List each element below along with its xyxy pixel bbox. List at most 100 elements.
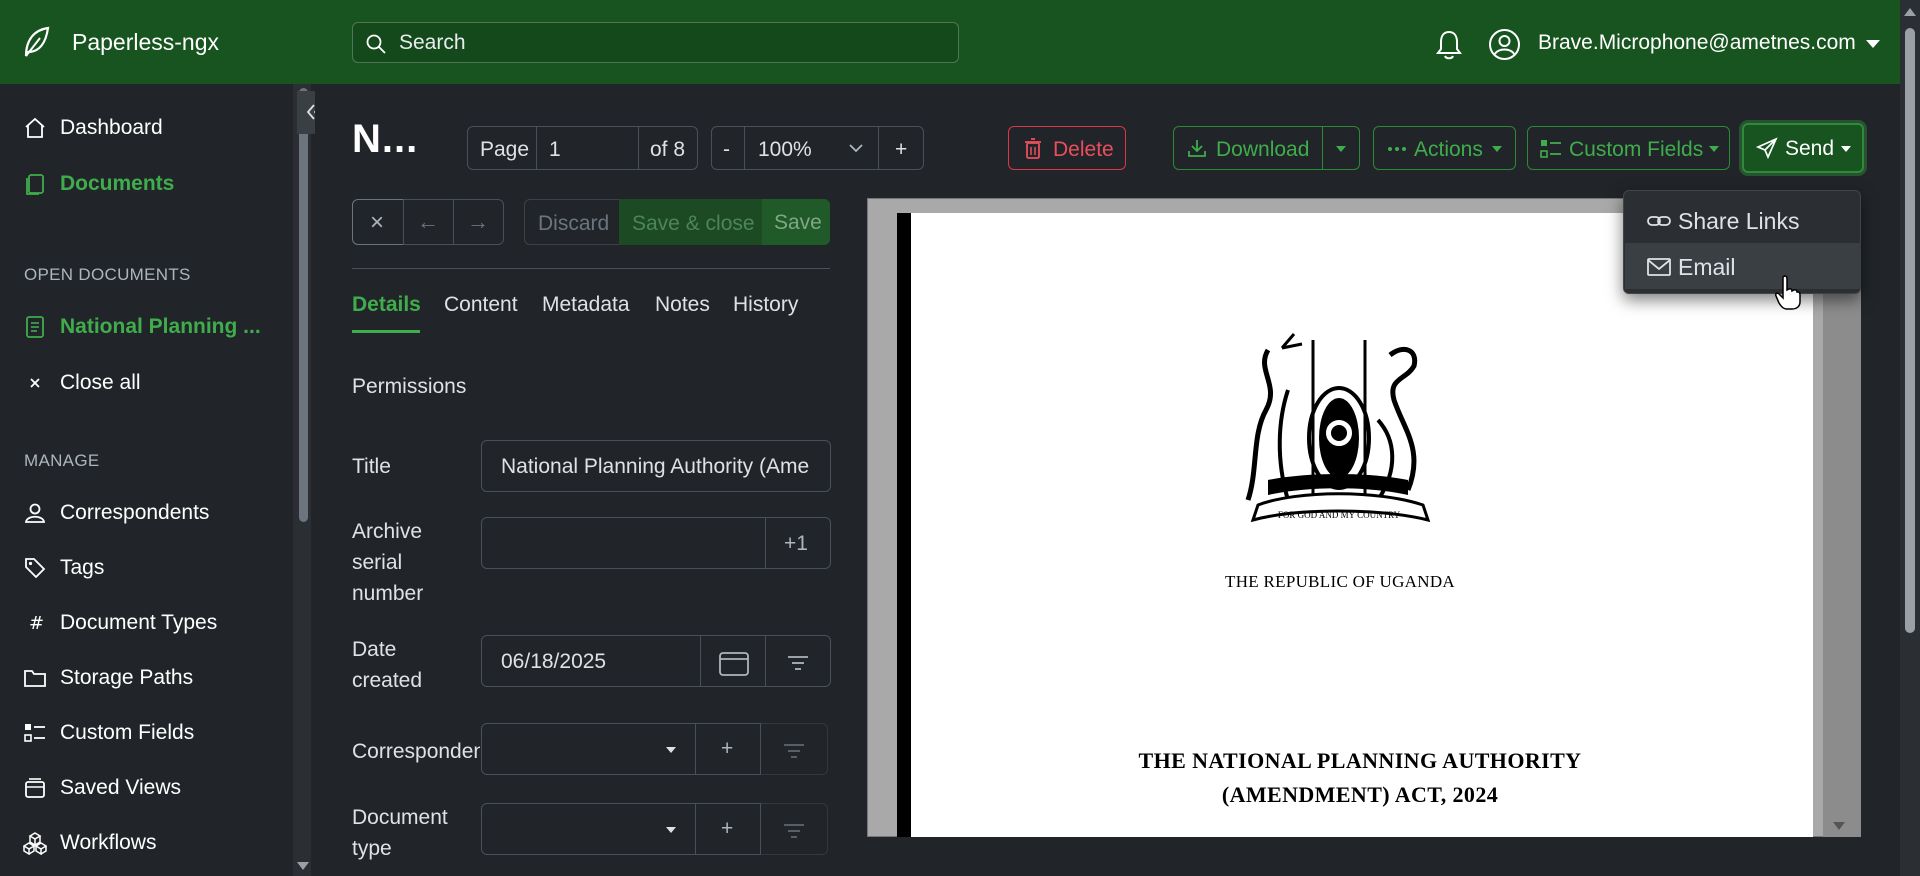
notification-bell-icon[interactable] bbox=[1434, 29, 1464, 61]
calendar-button[interactable] bbox=[700, 635, 766, 687]
zoom-select[interactable]: 100% bbox=[744, 126, 879, 170]
sidebar-item-custom-fields[interactable]: Custom Fields bbox=[0, 712, 290, 752]
document-type-select[interactable] bbox=[481, 803, 696, 855]
delete-button[interactable]: Delete bbox=[1008, 126, 1126, 170]
tab-details[interactable]: Details bbox=[352, 293, 421, 317]
hand-pointer-cursor-icon bbox=[1775, 275, 1801, 310]
document-type-filter-button[interactable] bbox=[760, 803, 828, 855]
trash-icon bbox=[1025, 138, 1041, 159]
page-label: Page bbox=[467, 126, 537, 170]
sidebar-item-storage-paths[interactable]: Storage Paths bbox=[0, 657, 290, 697]
next-document-button[interactable]: → bbox=[453, 199, 504, 245]
page-number-value: 1 bbox=[549, 138, 561, 161]
discard-label: Discard bbox=[538, 212, 610, 235]
zoom-out-button[interactable]: - bbox=[711, 126, 745, 170]
archive-serial-number-label: Archive serial number bbox=[352, 520, 424, 605]
download-icon bbox=[1188, 140, 1206, 157]
filter-icon bbox=[784, 744, 804, 758]
scroll-up-arrow-icon[interactable] bbox=[1904, 8, 1916, 16]
plus-icon: + bbox=[721, 737, 734, 760]
save-and-close-label: Save & close bbox=[632, 212, 755, 235]
save-and-close-button[interactable]: Save & close bbox=[619, 199, 763, 245]
page-scrollbar-thumb[interactable] bbox=[1905, 28, 1915, 633]
sidebar-scrollbar-thumb[interactable] bbox=[299, 88, 308, 522]
zoom-out-label: - bbox=[723, 138, 730, 161]
archive-serial-number-field[interactable] bbox=[481, 517, 766, 569]
global-search[interactable] bbox=[352, 22, 959, 63]
boxes-icon bbox=[23, 832, 47, 855]
tab-metadata[interactable]: Metadata bbox=[542, 293, 630, 317]
asn-increment-button[interactable]: +1 bbox=[765, 517, 831, 569]
crest-motto-text: FOR GOD AND MY COUNTRY bbox=[1278, 510, 1401, 520]
scroll-down-arrow-icon[interactable] bbox=[297, 862, 309, 870]
add-correspondent-button[interactable]: + bbox=[695, 723, 761, 775]
save-button[interactable]: Save bbox=[762, 199, 830, 245]
custom-fields-label: Custom Fields bbox=[1569, 138, 1704, 161]
date-created-field[interactable]: 06/18/2025 bbox=[481, 635, 701, 687]
sidebar-item-label: Workflows bbox=[60, 831, 157, 854]
zoom-in-button[interactable]: + bbox=[878, 126, 924, 170]
caret-down-icon bbox=[666, 747, 676, 753]
sidebar-item-label: Correspondents bbox=[60, 501, 210, 524]
file-text-icon bbox=[26, 316, 44, 338]
share-links-label: Share Links bbox=[1678, 208, 1800, 234]
page-number-input[interactable]: 1 bbox=[536, 126, 639, 170]
sidebar-item-open-document[interactable]: National Planning ... bbox=[0, 306, 290, 346]
correspondent-label: Correspondent bbox=[352, 740, 480, 763]
date-created-value: 06/18/2025 bbox=[501, 650, 607, 673]
link-icon bbox=[1647, 216, 1671, 226]
sidebar-item-documents[interactable]: Documents bbox=[0, 163, 290, 203]
active-tab-indicator bbox=[352, 330, 420, 333]
actions-dropdown-button[interactable]: Actions bbox=[1373, 126, 1516, 170]
divider bbox=[352, 268, 830, 269]
svg-text:#: # bbox=[29, 613, 44, 634]
tags-icon bbox=[25, 558, 46, 579]
app-name[interactable]: Paperless-ngx bbox=[72, 29, 219, 56]
sidebar-item-saved-views[interactable]: Saved Views bbox=[0, 767, 290, 807]
search-input[interactable] bbox=[399, 23, 939, 62]
sidebar-item-correspondents[interactable]: Correspondents bbox=[0, 492, 290, 532]
sidebar-item-label: Saved Views bbox=[60, 776, 182, 799]
scroll-down-arrow-icon[interactable] bbox=[1833, 822, 1845, 830]
correspondent-select[interactable] bbox=[481, 723, 696, 775]
chevron-down-icon[interactable] bbox=[1866, 40, 1880, 48]
sidebar-item-label: Document Types bbox=[60, 611, 218, 634]
download-label: Download bbox=[1216, 138, 1310, 161]
caret-down-icon bbox=[1709, 146, 1719, 152]
menu-item-email[interactable]: Email bbox=[1625, 243, 1861, 289]
top-navbar: Paperless-ngx Brave.Microphone@ametnes.c… bbox=[0, 0, 1920, 84]
close-document-button[interactable]: × bbox=[352, 199, 404, 245]
date-created-label: Date created bbox=[352, 638, 423, 692]
page-count-text: of 8 bbox=[650, 138, 686, 161]
download-options-toggle[interactable] bbox=[1322, 126, 1360, 170]
correspondent-filter-button[interactable] bbox=[760, 723, 828, 775]
sidebar-item-document-types[interactable]: # Document Types bbox=[0, 602, 290, 642]
discard-button[interactable]: Discard bbox=[524, 199, 620, 245]
menu-item-share-links[interactable]: Share Links bbox=[1625, 197, 1861, 243]
three-dots-icon bbox=[1388, 147, 1406, 151]
title-field[interactable]: National Planning Authority (Ame bbox=[481, 440, 831, 492]
custom-fields-dropdown-button[interactable]: Custom Fields bbox=[1527, 126, 1730, 170]
previous-document-button[interactable]: ← bbox=[403, 199, 454, 245]
save-label: Save bbox=[774, 211, 822, 234]
user-email[interactable]: Brave.Microphone@ametnes.com bbox=[1538, 31, 1856, 55]
add-document-type-button[interactable]: + bbox=[695, 803, 761, 855]
tab-content[interactable]: Content bbox=[444, 293, 518, 317]
send-dropdown-button[interactable]: Send bbox=[1742, 123, 1864, 173]
user-avatar-icon[interactable] bbox=[1488, 28, 1521, 61]
sidebar-item-close-all[interactable]: Close all bbox=[0, 362, 290, 402]
caret-down-icon bbox=[666, 827, 676, 833]
date-filter-button[interactable] bbox=[765, 635, 831, 687]
sidebar-item-tags[interactable]: Tags bbox=[0, 547, 290, 587]
page-count: of 8 bbox=[638, 126, 698, 170]
permissions-link[interactable]: Permissions bbox=[352, 375, 466, 399]
tab-notes[interactable]: Notes bbox=[655, 293, 710, 317]
caret-down-icon bbox=[1336, 146, 1346, 152]
download-button[interactable]: Download bbox=[1173, 126, 1323, 170]
sidebar-item-dashboard[interactable]: Dashboard bbox=[0, 107, 290, 147]
send-dropdown-menu: Share Links Email bbox=[1623, 190, 1861, 294]
tab-history[interactable]: History bbox=[733, 293, 798, 317]
sidebar-item-label: Custom Fields bbox=[60, 721, 195, 744]
document-type-label: Document type bbox=[352, 806, 448, 860]
sidebar-item-workflows[interactable]: Workflows bbox=[0, 822, 290, 862]
